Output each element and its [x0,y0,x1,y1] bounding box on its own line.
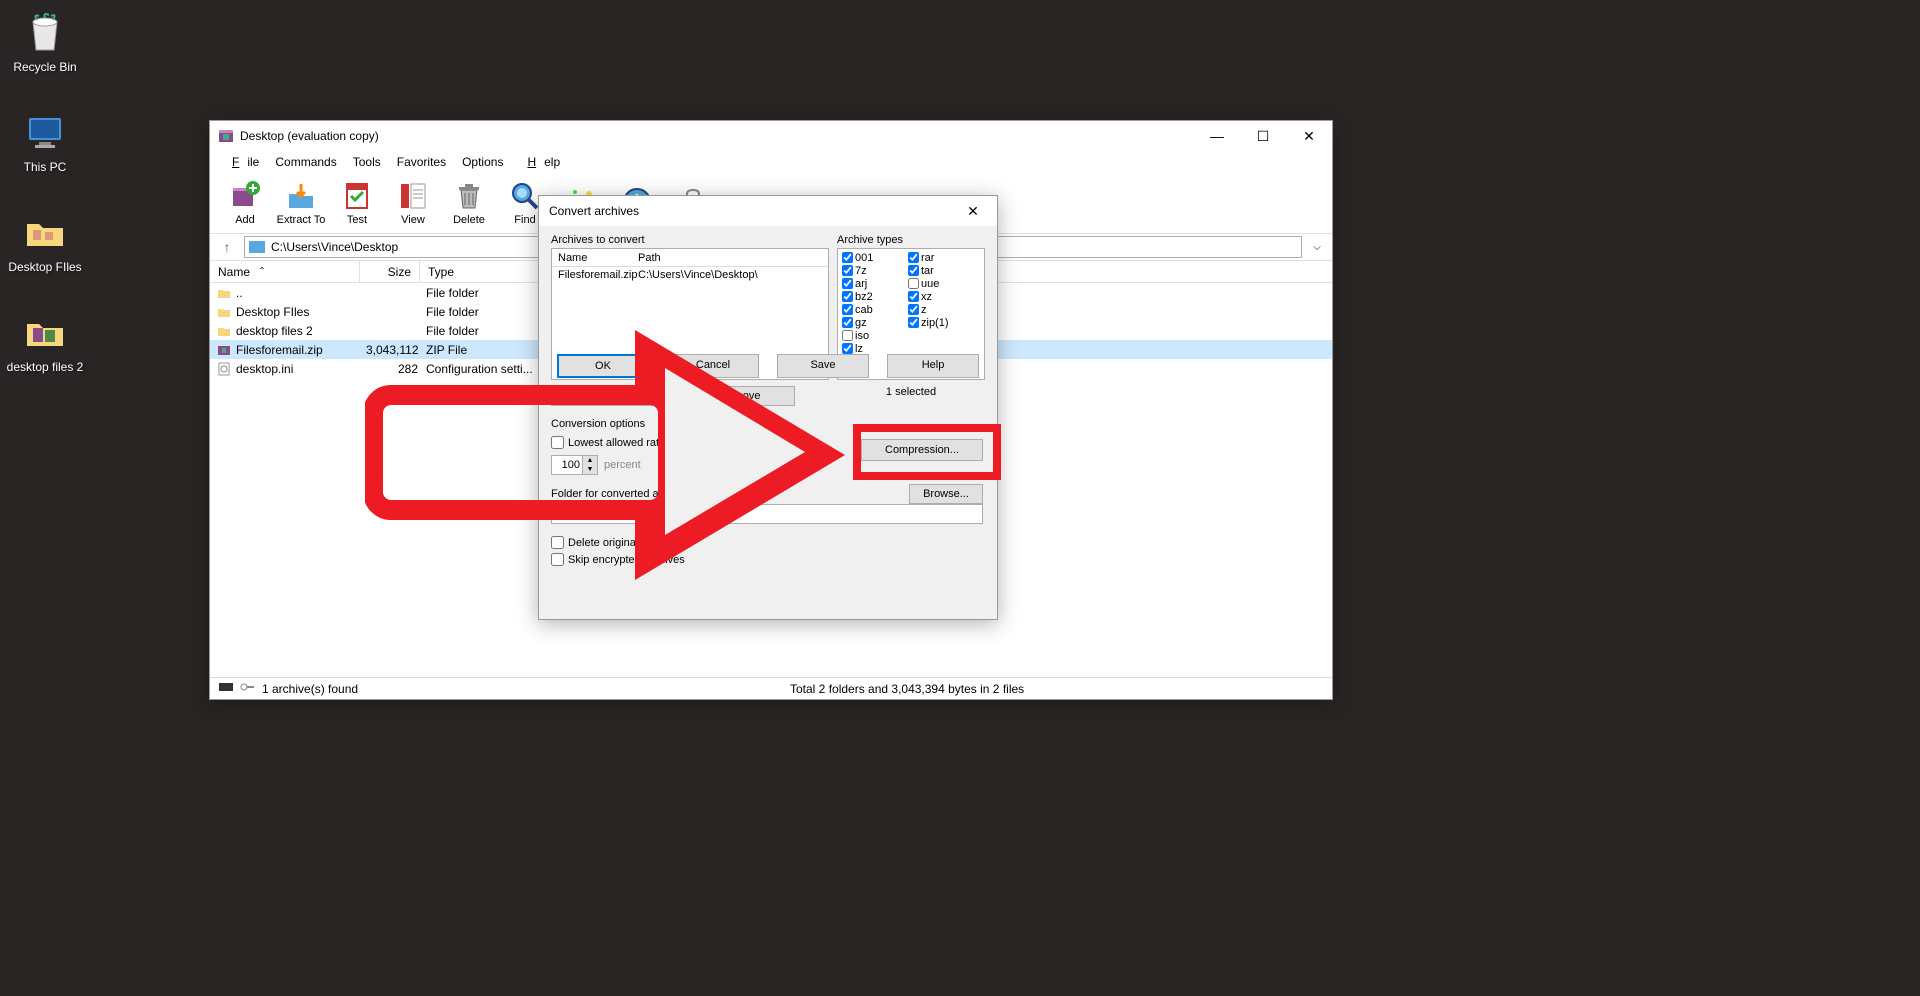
recycle-bin-icon [21,8,69,56]
selected-count: 1 selected [837,386,985,398]
skip-encrypted-checkbox[interactable]: Skip encrypted archives [551,553,685,566]
add-icon [229,180,261,212]
folder-icon [216,323,232,339]
desktop-icon-folder-2[interactable]: desktop files 2 [6,308,84,376]
remove-button[interactable]: Remove [685,386,795,406]
menu-options[interactable]: Options [454,153,511,171]
help-button[interactable]: Help [887,354,979,378]
menu-tools[interactable]: Tools [345,153,389,171]
toolbar-delete[interactable]: Delete [442,175,496,231]
titlebar: Desktop (evaluation copy) — ☐ ✕ [210,121,1332,151]
menu-help[interactable]: Help [511,153,568,171]
archive-type-zip(1)[interactable]: zip(1) [908,316,974,329]
archive-type-rar[interactable]: rar [908,251,974,264]
disk-icon [218,681,234,696]
cancel-button[interactable]: Cancel [667,354,759,378]
arch-header-path: Path [632,252,828,264]
desktop-icon-folder-1[interactable]: Desktop FIles [6,208,84,276]
dialog-title: Convert archives [549,204,639,218]
header-name[interactable]: Name ˆ [210,261,360,282]
browse-button[interactable]: Browse... [909,484,983,504]
arch-header-name: Name [552,252,632,264]
header-type[interactable]: Type [420,261,550,282]
toolbar-test[interactable]: Test [330,175,384,231]
test-icon [341,180,373,212]
convert-archives-dialog: Convert archives ✕ Archives to convert A… [538,195,998,620]
archive-type-tar[interactable]: tar [908,264,974,277]
minimize-button[interactable]: — [1194,121,1240,151]
status-right: Total 2 folders and 3,043,394 bytes in 2… [790,682,1024,696]
zip-icon [216,342,232,358]
toolbar-view[interactable]: View [386,175,440,231]
toolbar-extract[interactable]: Extract To [274,175,328,231]
folder-icon [21,208,69,256]
menu-file[interactable]: File [216,153,267,171]
desktop-icon-label: Recycle Bin [6,60,84,76]
folder-icon [249,241,265,253]
status-left: 1 archive(s) found [262,682,358,696]
menu-favorites[interactable]: Favorites [389,153,454,171]
statusbar: 1 archive(s) found Total 2 folders and 3… [210,677,1332,699]
folder-icon [216,304,232,320]
archive-type-arj[interactable]: arj [842,277,908,290]
save-button[interactable]: Save [777,354,869,378]
toolbar-add[interactable]: Add [218,175,272,231]
archive-type-bz2[interactable]: bz2 [842,290,908,303]
header-size[interactable]: Size [360,261,420,282]
desktop-icon-label: Desktop FIles [6,260,84,276]
ini-icon [216,361,232,377]
maximize-button[interactable]: ☐ [1240,121,1286,151]
ok-button[interactable]: OK [557,354,649,378]
desktop-icon-this-pc[interactable]: This PC [6,108,84,176]
path-dropdown[interactable]: ⌵ [1308,242,1326,253]
delete-icon [453,180,485,212]
types-label: Archive types [837,234,903,246]
up-button[interactable]: ↑ [216,236,238,258]
archive-type-7z[interactable]: 7z [842,264,908,277]
this-pc-icon [21,108,69,156]
compression-button[interactable]: Compression... [861,439,983,461]
archive-type-gz[interactable]: gz [842,316,908,329]
folder-input[interactable] [551,504,983,524]
find-icon [509,180,541,212]
menubar: File Commands Tools Favorites Options He… [210,151,1332,173]
dialog-close-button[interactable]: ✕ [953,197,993,225]
archive-type-001[interactable]: 001 [842,251,908,264]
key-icon [240,681,256,696]
archive-type-uue[interactable]: uue [908,277,974,290]
delete-original-checkbox[interactable]: Delete original archives [551,536,685,549]
folder-label: Folder for converted archives [551,488,693,500]
ratio-spinner[interactable]: ▲▼ [551,455,598,475]
archives-label: Archives to convert [551,234,985,246]
window-title: Desktop (evaluation copy) [240,129,1194,143]
conversion-options-label: Conversion options [551,418,645,430]
folder-icon [216,285,232,301]
lowest-ratio-checkbox[interactable]: Lowest allowed ratio [551,436,668,449]
archive-type-iso[interactable]: iso [842,329,908,342]
archive-row[interactable]: Filesforemail.zip C:\Users\Vince\Desktop… [552,267,828,283]
menu-commands[interactable]: Commands [267,153,344,171]
add-button[interactable]: Add... [551,386,661,406]
desktop-icon-label: This PC [6,160,84,176]
desktop-icon-label: desktop files 2 [6,360,84,376]
archive-type-xz[interactable]: xz [908,290,974,303]
extract-icon [285,180,317,212]
dialog-titlebar: Convert archives ✕ [539,196,997,226]
desktop-icon-recycle-bin[interactable]: Recycle Bin [6,8,84,76]
app-icon [218,128,234,144]
archive-type-z[interactable]: z [908,303,974,316]
close-button[interactable]: ✕ [1286,121,1332,151]
view-icon [397,180,429,212]
archive-type-cab[interactable]: cab [842,303,908,316]
zip-folder-icon [21,308,69,356]
